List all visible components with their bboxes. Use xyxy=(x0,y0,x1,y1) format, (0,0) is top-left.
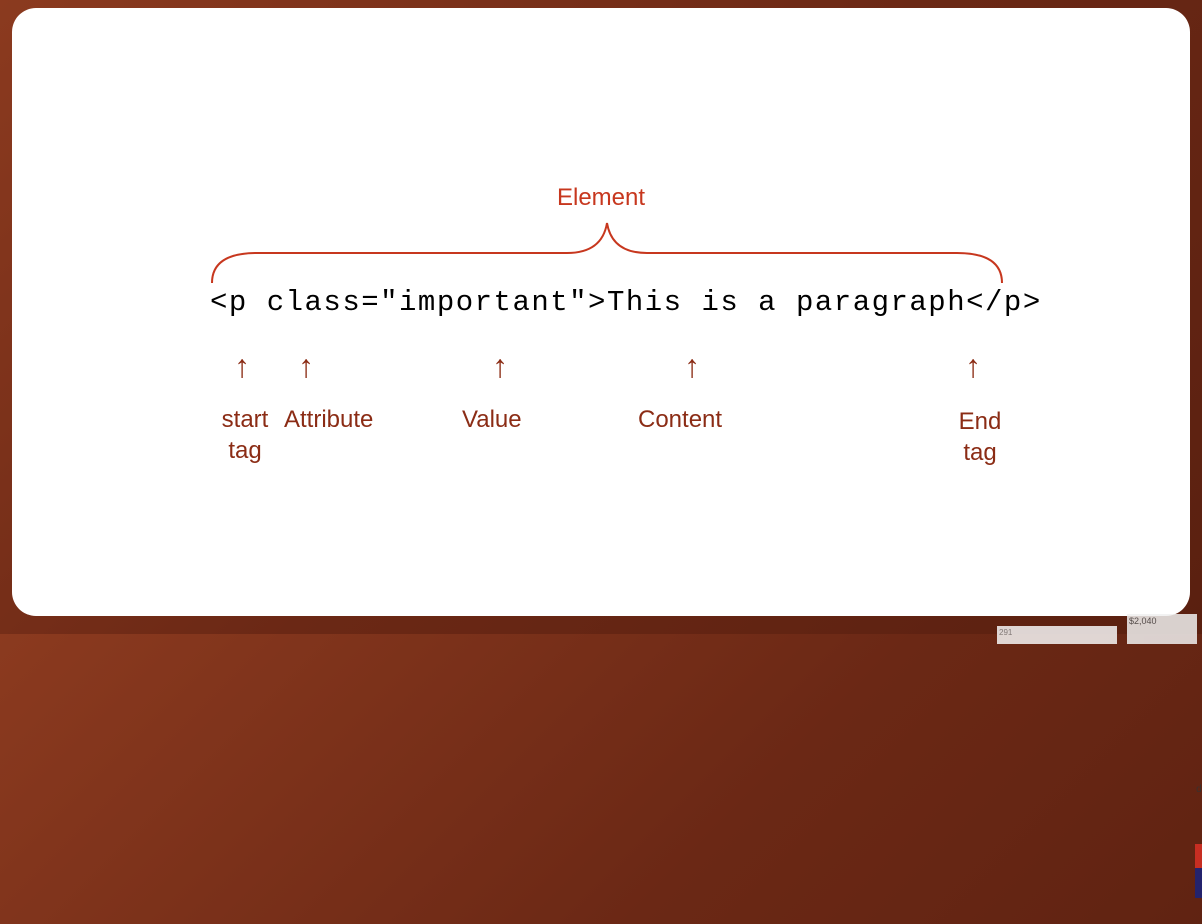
end-tag-label: End tag xyxy=(952,406,1008,468)
arrow-up-icon: ↑ xyxy=(298,348,314,385)
background-text-fragment: d) xyxy=(1196,784,1202,795)
arrow-up-icon: ↑ xyxy=(684,348,700,385)
arrow-up-icon: ↑ xyxy=(234,348,250,385)
background-price-fragment: $2,040 xyxy=(1127,614,1197,644)
background-color-swatch xyxy=(1195,844,1202,924)
attribute-label: Attribute xyxy=(284,406,373,434)
background-decoration: d) 291 $2,040 xyxy=(957,464,1202,644)
start-tag-label: start tag xyxy=(208,404,282,466)
arrow-up-icon: ↑ xyxy=(965,348,981,385)
content-label: Content xyxy=(638,406,722,434)
blue-swatch xyxy=(1195,868,1202,898)
html-code-example: <p class="important">This is a paragraph… xyxy=(210,286,1042,319)
curly-brace-icon xyxy=(207,218,1007,288)
background-number-fragment: 291 xyxy=(997,626,1117,644)
red-swatch xyxy=(1195,844,1202,868)
element-title-label: Element xyxy=(557,184,645,212)
arrow-up-icon: ↑ xyxy=(492,348,508,385)
value-label: Value xyxy=(462,406,522,434)
